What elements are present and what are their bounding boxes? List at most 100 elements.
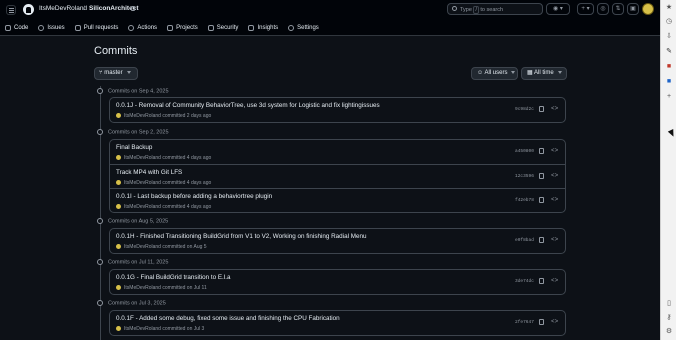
- commit-title[interactable]: 0.0.1H - Finished Transitioning BuildGri…: [116, 233, 366, 240]
- browse-code-icon[interactable]: <>: [551, 105, 558, 112]
- page-title: Commits: [94, 45, 138, 57]
- tab-code[interactable]: Code: [0, 20, 33, 36]
- downloads-icon[interactable]: ⇩: [665, 33, 673, 41]
- commit-sha[interactable]: f42eb78: [515, 198, 534, 203]
- top-header: ItsMeDevRoland / SiliconArchitect Type /…: [0, 0, 660, 36]
- github-logo-icon[interactable]: [23, 4, 34, 15]
- commit-author[interactable]: ItsMeDevRoland: [124, 285, 161, 291]
- branch-selector[interactable]: ⑂ master: [94, 67, 138, 80]
- commit-sha[interactable]: e0f8bad: [515, 238, 534, 243]
- avatar[interactable]: [116, 155, 121, 161]
- copy-icon[interactable]: [539, 319, 544, 325]
- settings-icon[interactable]: ⚙: [665, 328, 673, 336]
- browse-code-icon[interactable]: <>: [551, 147, 558, 154]
- group-heading: Commits on Sep 4, 2025: [97, 88, 169, 94]
- tab-issues[interactable]: Issues: [33, 20, 69, 36]
- menu-icon-line: [9, 8, 14, 9]
- tab-label: Code: [14, 25, 29, 31]
- chevron-down-icon: [557, 70, 562, 74]
- commit-sha[interactable]: 2fe7647: [515, 320, 534, 325]
- commit-meta: ItsMeDevRoland committed on Jul 11: [116, 285, 207, 291]
- copy-icon[interactable]: [539, 173, 544, 179]
- avatar[interactable]: [116, 113, 121, 119]
- commit-sha[interactable]: a450800: [515, 149, 534, 154]
- commit-dot-icon: [97, 300, 103, 306]
- tab-label: Projects: [176, 25, 198, 31]
- avatar[interactable]: [116, 180, 121, 186]
- avatar[interactable]: [116, 285, 121, 291]
- commit-time: committed 4 days ago: [162, 155, 212, 161]
- avatar[interactable]: [116, 204, 121, 210]
- commit-author[interactable]: ItsMeDevRoland: [124, 204, 161, 210]
- commit-dot-icon: [97, 129, 103, 135]
- commit-sha[interactable]: 9c98d2c: [515, 107, 534, 112]
- breadcrumb-owner[interactable]: ItsMeDevRoland: [39, 5, 87, 12]
- inbox-button[interactable]: ▣: [627, 3, 639, 15]
- group-heading: Commits on Jul 11, 2025: [97, 259, 168, 265]
- plus-icon: + ▾: [581, 6, 590, 12]
- commit-title[interactable]: 0.0.1G - Final BuildGrid transition to E…: [116, 274, 230, 281]
- star-icon[interactable]: ★: [665, 4, 673, 12]
- commit-author[interactable]: ItsMeDevRoland: [124, 180, 161, 186]
- extension-red-icon[interactable]: ■: [665, 63, 673, 71]
- copilot-icon: ◉ ▾: [553, 6, 563, 12]
- copy-icon[interactable]: [539, 148, 544, 154]
- copy-icon[interactable]: [539, 237, 544, 243]
- commit-author[interactable]: ItsMeDevRoland: [124, 113, 161, 119]
- chevron-down-icon: [126, 70, 131, 74]
- commit-title[interactable]: Final Backup: [116, 144, 152, 151]
- commit-title[interactable]: 0.0.1J - Removal of Community BehaviorTr…: [116, 102, 380, 109]
- commit-row: 0.0.1H - Finished Transitioning BuildGri…: [110, 229, 565, 253]
- copilot-button[interactable]: ◉ ▾: [546, 3, 570, 15]
- commit-title[interactable]: 0.0.1F - Added some debug, fixed some is…: [116, 315, 340, 322]
- avatar[interactable]: [116, 244, 121, 250]
- commit-author[interactable]: ItsMeDevRoland: [124, 326, 161, 332]
- device-icon[interactable]: ▯: [665, 300, 673, 308]
- tab-projects[interactable]: Projects: [162, 20, 203, 36]
- tab-label: Actions: [137, 25, 158, 31]
- pull-requests-shortcut-button[interactable]: ⇅: [612, 3, 624, 15]
- tab-insights[interactable]: Insights: [243, 20, 283, 36]
- extension-blue-icon[interactable]: ■: [665, 78, 673, 86]
- users-filter-label: All users: [484, 70, 508, 76]
- copy-icon[interactable]: [539, 278, 544, 284]
- commit-title[interactable]: 0.0.1I - Last backup before adding a beh…: [116, 193, 272, 200]
- browse-code-icon[interactable]: <>: [551, 318, 558, 325]
- commit-title[interactable]: Track MP4 with Git LFS: [116, 169, 182, 176]
- breadcrumb-separator: /: [83, 5, 85, 12]
- copy-icon[interactable]: [539, 197, 544, 203]
- chevron-down-icon: [511, 70, 516, 74]
- users-filter[interactable]: ☺ All users: [471, 67, 518, 80]
- copy-icon[interactable]: [539, 106, 544, 112]
- pen-icon[interactable]: ✎: [665, 48, 673, 56]
- commit-sha[interactable]: 12c3596: [515, 174, 534, 179]
- commit-author[interactable]: ItsMeDevRoland: [124, 244, 161, 250]
- tab-label: Pull requests: [83, 25, 119, 31]
- user-avatar[interactable]: [642, 3, 654, 15]
- avatar[interactable]: [116, 326, 121, 332]
- tab-security[interactable]: Security: [203, 20, 244, 36]
- commit-time: committed 4 days ago: [162, 204, 212, 210]
- commit-sha[interactable]: 3de74dc: [515, 279, 534, 284]
- browse-code-icon[interactable]: <>: [551, 277, 558, 284]
- issues-shortcut-button[interactable]: ◎: [597, 3, 609, 15]
- browse-code-icon[interactable]: <>: [551, 236, 558, 243]
- search-icon: [452, 6, 457, 11]
- commit-author[interactable]: ItsMeDevRoland: [124, 155, 161, 161]
- tab-label: Issues: [47, 25, 65, 31]
- commit-row: 0.0.1J - Removal of Community BehaviorTr…: [110, 98, 565, 122]
- commit-time: committed 4 days ago: [162, 180, 212, 186]
- history-icon[interactable]: ◷: [665, 18, 673, 26]
- create-new-button[interactable]: + ▾: [577, 3, 594, 15]
- add-icon[interactable]: +: [665, 93, 673, 101]
- commit-meta: ItsMeDevRoland committed on Aug 5: [116, 244, 207, 250]
- browse-code-icon[interactable]: <>: [551, 172, 558, 179]
- menu-button[interactable]: [6, 5, 16, 15]
- tab-actions[interactable]: Actions: [123, 20, 162, 36]
- browse-code-icon[interactable]: <>: [551, 196, 558, 203]
- key-icon[interactable]: ⚷: [665, 314, 673, 322]
- time-filter[interactable]: ▦ All time: [521, 67, 567, 80]
- tab-settings[interactable]: Settings: [283, 20, 324, 36]
- tab-pull-requests[interactable]: Pull requests: [70, 20, 124, 36]
- search-input[interactable]: Type / to search: [447, 3, 543, 15]
